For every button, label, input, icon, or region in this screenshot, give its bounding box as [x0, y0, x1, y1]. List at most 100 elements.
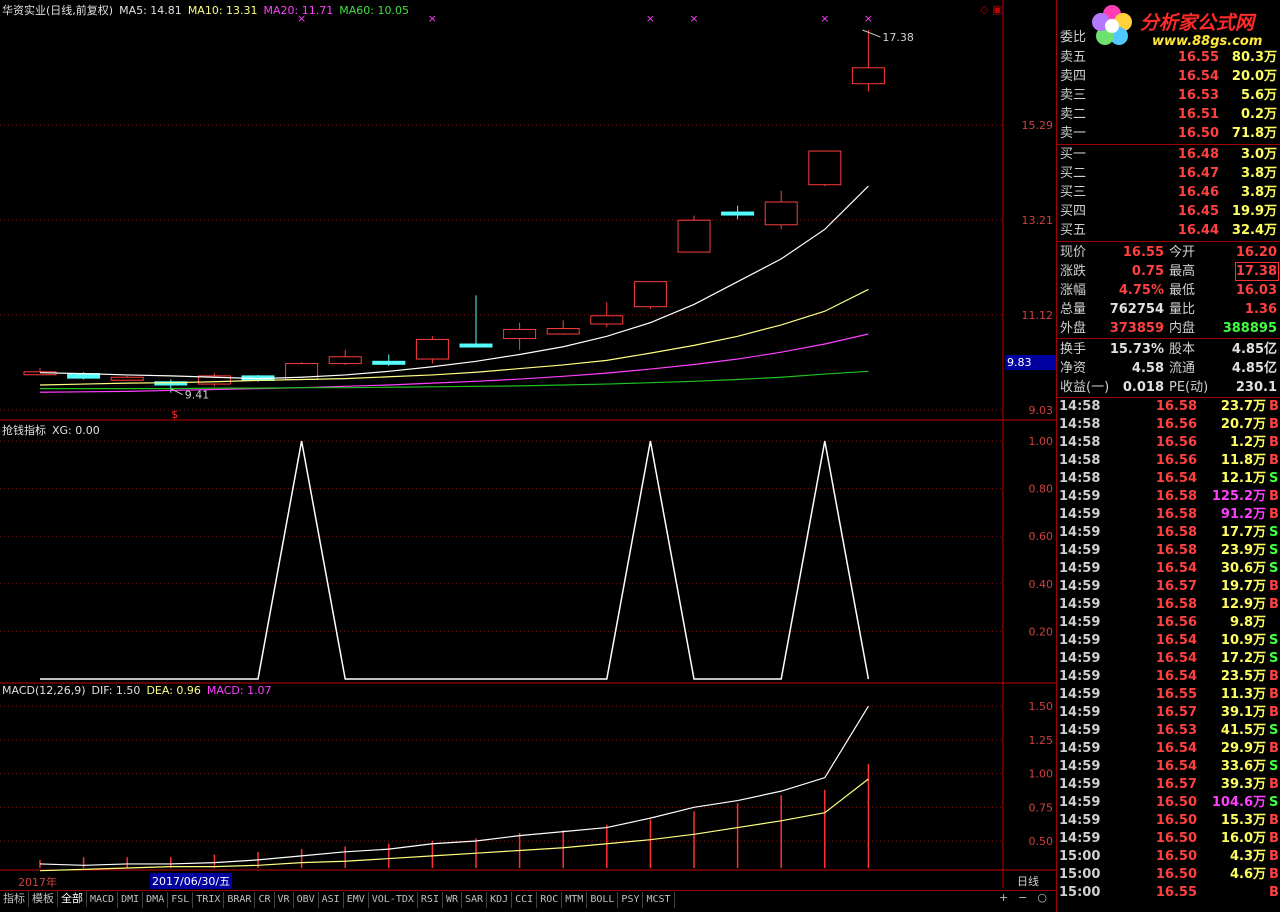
tick-volume: 12.9万	[1220, 597, 1266, 612]
chart-canvas[interactable]: 15.2913.2111.129.0317.389.41× × × × × ×$1.000…	[0, 0, 1056, 912]
sell-level-row[interactable]: 卖二 16.51 0.2万	[1057, 105, 1279, 124]
buy-level-volume: 32.4万	[1231, 223, 1277, 238]
chart-area[interactable]: 15.29 13.21 11.12 9.03 17.38 9.41 × × × × × × $1.00 0…	[0, 0, 1057, 912]
tab-controls[interactable]: + − ○	[994, 891, 1052, 904]
buy-level-row[interactable]: 买三 16.46 3.8万	[1057, 183, 1279, 202]
tab-fsl[interactable]: FSL	[168, 892, 194, 908]
tick-row: 14:59 16.58 125.2万 B	[1057, 488, 1280, 506]
candle-body	[372, 360, 406, 365]
buy-level-row[interactable]: 买五 16.44 32.4万	[1057, 221, 1279, 240]
tick-side: S	[1269, 795, 1279, 810]
buy-level-row[interactable]: 买二 16.47 3.8万	[1057, 164, 1279, 183]
high-price-label: 17.38	[882, 31, 914, 44]
tick-side: B	[1269, 813, 1279, 828]
tab-sar[interactable]: SAR	[462, 892, 488, 908]
stat-value: 16.03	[1235, 283, 1277, 298]
y-tick-label: 11.12	[1022, 309, 1054, 322]
tab-cci[interactable]: CCI	[512, 892, 538, 908]
tab-mtm[interactable]: MTM	[562, 892, 588, 908]
tick-time: 14:59	[1059, 525, 1101, 540]
signal-marker: ×	[820, 12, 829, 25]
signal-marker: ×	[646, 12, 655, 25]
tab-emv[interactable]: EMV	[344, 892, 369, 908]
tab-全部[interactable]: 全部	[58, 891, 87, 907]
tab-macd[interactable]: MACD	[87, 892, 119, 908]
tick-row: 14:58 16.56 11.8万 B	[1057, 452, 1280, 470]
chart-corner-icons[interactable]: ◇ ▣	[980, 3, 1002, 16]
buy-level-row[interactable]: 买一 16.48 3.0万	[1057, 145, 1279, 164]
sell-level-row[interactable]: 卖三 16.53 5.6万	[1057, 86, 1279, 105]
macd-name: MACD(12,26,9)	[2, 684, 86, 697]
sell-level-volume: 5.6万	[1240, 88, 1277, 103]
stat-value: 0.018	[1122, 380, 1164, 395]
tab-boll[interactable]: BOLL	[587, 892, 619, 908]
tab-mcst[interactable]: MCST	[643, 892, 675, 908]
stat-label: 总量	[1060, 302, 1087, 317]
stat-label: PE(动)	[1169, 380, 1209, 395]
tab-obv[interactable]: OBV	[294, 892, 319, 908]
tab-dmi[interactable]: DMI	[118, 892, 144, 908]
tick-side: B	[1269, 777, 1279, 792]
tick-time: 14:59	[1059, 705, 1101, 720]
tab-brar[interactable]: BRAR	[224, 892, 256, 908]
tick-row: 15:00 16.50 4.3万 B	[1057, 848, 1280, 866]
tick-volume: 23.7万	[1220, 399, 1266, 414]
sell-level-row[interactable]: 卖一 16.50 71.8万	[1057, 124, 1279, 143]
signal-marker: ×	[428, 12, 437, 25]
buy-level-price: 16.47	[1177, 166, 1219, 181]
tick-price: 16.50	[1155, 795, 1197, 810]
stat-label: 流通	[1169, 361, 1196, 376]
tick-price: 16.58	[1155, 399, 1197, 414]
tick-side: B	[1269, 669, 1279, 684]
tab-asi[interactable]: ASI	[319, 892, 344, 908]
tick-price: 16.54	[1155, 651, 1197, 666]
y-tick-label: 9.03	[1029, 404, 1054, 417]
tick-volume: 11.8万	[1220, 453, 1266, 468]
stat-label: 内盘	[1169, 321, 1196, 336]
tab-control-button[interactable]: +	[999, 891, 1008, 904]
tick-time: 14:59	[1059, 489, 1101, 504]
tick-time: 14:59	[1059, 507, 1101, 522]
tab-dma[interactable]: DMA	[143, 892, 169, 908]
tick-volume: 30.6万	[1220, 561, 1266, 576]
tab-指标[interactable]: 指标	[0, 891, 29, 907]
stat-label: 今开	[1169, 245, 1196, 260]
low-pointer	[170, 388, 184, 396]
tick-side: B	[1269, 597, 1279, 612]
macd-value-label: MACD: 1.07	[206, 684, 272, 697]
candle-body	[459, 343, 493, 348]
stat-label: 涨幅	[1060, 283, 1087, 298]
tab-cr[interactable]: CR	[255, 892, 275, 908]
candle-body	[328, 356, 362, 365]
tab-vr[interactable]: VR	[275, 892, 294, 908]
tab-模板[interactable]: 模板	[29, 891, 58, 907]
tick-time: 15:00	[1059, 849, 1101, 864]
tab-control-button[interactable]: ○	[1037, 891, 1047, 904]
tick-row: 14:58 16.56 1.2万 B	[1057, 434, 1280, 452]
stat-label: 股本	[1169, 342, 1196, 357]
tab-rsi[interactable]: RSI	[418, 892, 443, 908]
tab-wr[interactable]: WR	[443, 892, 463, 908]
stat-row: 换手 15.73% 股本 4.85亿	[1057, 340, 1279, 359]
tick-price: 16.56	[1155, 453, 1197, 468]
stat-label: 量比	[1169, 302, 1196, 317]
tick-side: S	[1269, 633, 1279, 648]
tab-kdj[interactable]: KDJ	[487, 892, 513, 908]
tick-price: 16.57	[1155, 705, 1197, 720]
buy-level-label: 买三	[1060, 185, 1087, 200]
tab-psy[interactable]: PSY	[618, 892, 644, 908]
tab-control-button[interactable]: −	[1018, 891, 1027, 904]
sell-level-volume: 0.2万	[1240, 107, 1277, 122]
buy-level-volume: 3.8万	[1240, 166, 1277, 181]
sell-level-row[interactable]: 卖四 16.54 20.0万	[1057, 67, 1279, 86]
candle-body	[415, 338, 449, 360]
tick-time: 14:59	[1059, 687, 1101, 702]
tick-time: 14:59	[1059, 813, 1101, 828]
tab-roc[interactable]: ROC	[537, 892, 563, 908]
year-label: 2017年	[18, 876, 57, 889]
committee-ratio-label: 委比	[1060, 30, 1087, 45]
tab-vol-tdx[interactable]: VOL-TDX	[369, 892, 418, 908]
tab-trix[interactable]: TRIX	[193, 892, 225, 908]
buy-level-row[interactable]: 买四 16.45 19.9万	[1057, 202, 1279, 221]
period-label[interactable]: 日线	[1017, 873, 1039, 889]
